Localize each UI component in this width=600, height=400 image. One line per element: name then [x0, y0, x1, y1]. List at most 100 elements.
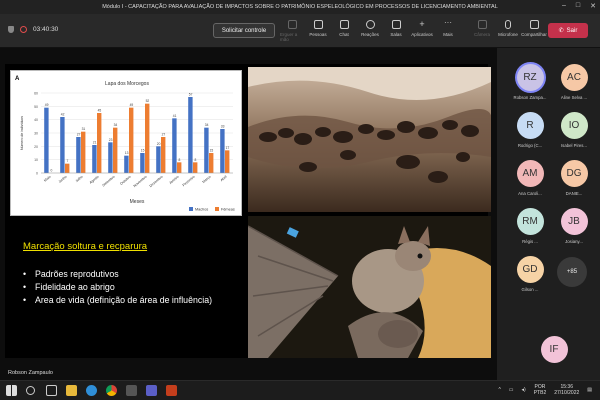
participant-tile[interactable]: IF [530, 336, 578, 384]
rooms-button[interactable]: Salas [384, 20, 408, 42]
clock[interactable]: 15:36 27/10/2022 [554, 384, 579, 396]
recording-icon [20, 26, 27, 33]
x-tick-label: Setembro [101, 175, 115, 188]
maximize-icon[interactable]: □ [576, 2, 580, 10]
request-control-button[interactable]: Solicitar controle [213, 23, 275, 38]
more-button[interactable]: ··· Mais [436, 19, 460, 42]
data-label: 27 [162, 133, 166, 137]
bat-illustration [248, 216, 491, 358]
bar-machos [124, 155, 129, 173]
participant-tile[interactable]: RZ Robson Zampa... [506, 64, 554, 112]
task-view-icon[interactable] [46, 385, 57, 396]
people-button[interactable]: Pessoas [306, 20, 330, 42]
x-tick-label: Outubro [119, 175, 131, 186]
x-tick-label: Maio [43, 175, 51, 183]
bar-machos [60, 117, 65, 173]
y-tick-label: 10 [34, 158, 38, 162]
cave-bats-photo [248, 67, 491, 212]
reactions-icon [365, 20, 375, 29]
notifications-icon[interactable]: ▤ [587, 387, 592, 393]
data-label: 57 [189, 93, 193, 97]
windows-start-icon[interactable] [6, 385, 17, 396]
camera-off-icon [477, 20, 487, 29]
participant-tile[interactable]: AM Ana Caroli... [506, 160, 554, 208]
bar-fmeas [209, 153, 214, 173]
leave-button[interactable]: ✆ Sair [548, 23, 588, 38]
bar-chart: A Lapa dos Morcegos 0 10 20 30 40 50 60 Número de… [10, 70, 242, 216]
teams-icon[interactable] [146, 385, 157, 396]
chat-button[interactable]: Chat [332, 20, 356, 42]
window-controls: – □ ✕ [562, 2, 596, 10]
explorer-icon[interactable] [66, 385, 77, 396]
search-icon[interactable] [26, 386, 35, 395]
camera-button[interactable]: Câmera [470, 20, 494, 42]
bullet-item: Fidelidade ao abrigo [23, 281, 233, 294]
participant-tile[interactable]: GD Gilson ... [506, 256, 554, 304]
avatar: RM [516, 208, 544, 235]
participant-tile[interactable]: JB Josiany... [550, 208, 598, 256]
data-label: 33 [221, 125, 225, 129]
bar-fmeas [65, 163, 70, 173]
data-label: 42 [61, 113, 65, 117]
bar-fmeas [145, 103, 150, 173]
chevron-up-icon[interactable]: ^ [498, 387, 500, 393]
bar-fmeas [129, 107, 134, 173]
meeting-status: 03:40:30 [8, 26, 58, 33]
data-label: 31 [82, 127, 86, 131]
shared-screen: A Lapa dos Morcegos 0 10 20 30 40 50 60 Número de… [0, 48, 497, 372]
x-tick-label: Dezembro [149, 175, 164, 188]
data-label: 49 [130, 103, 134, 107]
rooms-icon [391, 20, 401, 29]
participant-name: Robson Zampa... [513, 95, 547, 100]
data-label: 15 [210, 149, 214, 153]
legend-swatch [215, 207, 219, 211]
microphone-button[interactable]: Microfone [496, 20, 520, 42]
y-tick-label: 30 [34, 132, 38, 136]
close-icon[interactable]: ✕ [590, 2, 596, 10]
store-icon[interactable] [126, 385, 137, 396]
bar-fmeas [193, 162, 198, 173]
bullet-item: Padrões reprodutivos [23, 268, 233, 281]
volume-icon[interactable]: ◂) [522, 387, 526, 393]
participant-tile[interactable]: AC Aline Selva ... [550, 64, 598, 112]
chat-icon [339, 20, 349, 29]
participant-tile[interactable]: DG DANIE... [550, 160, 598, 208]
chrome-icon[interactable] [106, 385, 117, 396]
bar-machos [92, 145, 97, 173]
avatar: DG [560, 160, 588, 187]
participant-tile[interactable]: R Rodrigo (C... [506, 112, 554, 160]
bar-fmeas [81, 131, 86, 173]
people-icon [313, 20, 323, 29]
apps-button[interactable]: + Aplicativos [410, 20, 434, 42]
data-label: 8 [178, 158, 180, 162]
share-button[interactable]: Compartilhar [521, 20, 547, 42]
avatar: IO [560, 112, 588, 139]
raise-hand-button[interactable]: Erguer a mão [280, 20, 304, 42]
data-label: 13 [125, 151, 129, 155]
bar-chart-svg: A Lapa dos Morcegos 0 10 20 30 40 50 60 Número de… [15, 76, 235, 212]
data-label: 17 [226, 146, 230, 150]
minimize-icon[interactable]: – [562, 2, 566, 10]
x-tick-label: Julho [75, 175, 84, 183]
y-tick-label: 40 [34, 118, 38, 122]
avatar: JB [560, 208, 588, 235]
network-icon[interactable]: ▭ [509, 387, 514, 393]
participant-tile[interactable]: IO Isabel Pires... [550, 112, 598, 160]
window-title: Módulo I - CAPACITAÇÃO PARA AVALIAÇÃO DE… [102, 4, 498, 10]
bullet-item: Area de vida (definição de área de influ… [23, 294, 233, 307]
bar-fmeas [161, 137, 166, 173]
powerpoint-icon[interactable] [166, 385, 177, 396]
legend-label: Fêmeas [221, 208, 235, 212]
bar-machos [44, 107, 49, 173]
keyboard-language[interactable]: POR PTB2 [534, 384, 547, 396]
microphone-icon [505, 20, 511, 29]
bar-machos [188, 97, 193, 173]
edge-icon[interactable] [86, 385, 97, 396]
participant-tile[interactable]: RM Régis ... [506, 208, 554, 256]
more-participants-button[interactable]: +85 [557, 257, 587, 287]
reactions-button[interactable]: Reações [358, 20, 382, 42]
x-tick-label: Abril [220, 175, 228, 183]
bar-machos [108, 142, 113, 173]
data-label: 15 [141, 149, 145, 153]
legend-label: Machos [195, 208, 208, 212]
